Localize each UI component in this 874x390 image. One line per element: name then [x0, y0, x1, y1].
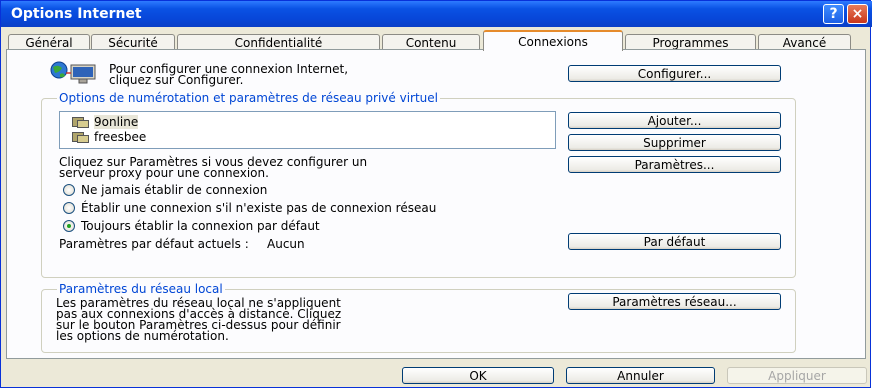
close-button[interactable]: ×	[847, 4, 868, 24]
lan-settings-button[interactable]: Paramètres réseau...	[568, 293, 781, 310]
list-item[interactable]: freesbee	[72, 129, 147, 144]
window-title: Options Internet	[11, 6, 142, 22]
connections-list[interactable]: 9online freesbee	[59, 111, 556, 149]
tab-general[interactable]: Général	[8, 34, 90, 50]
connection-name: freesbee	[94, 129, 147, 144]
tab-strip: Général Sécurité Confidentialité Contenu…	[1, 28, 872, 51]
tab-connexions[interactable]: Connexions	[483, 30, 623, 51]
tab-avance[interactable]: Avancé	[758, 34, 851, 50]
set-default-button[interactable]: Par défaut	[568, 233, 781, 250]
radio-dial-when-no-network-label[interactable]: Établir une connexion s'il n'existe pas …	[81, 202, 436, 214]
settings-description-line2: serveur proxy pour une connexion.	[59, 166, 269, 180]
lan-settings-group-label: Paramètres du réseau local	[57, 282, 225, 296]
internet-connection-icon	[50, 61, 96, 84]
screen: Options Internet ? × Général Sécurité Co…	[0, 0, 874, 390]
tab-contenu[interactable]: Contenu	[382, 34, 480, 50]
radio-always-dial-default-label[interactable]: Toujours établir la connexion par défaut	[81, 220, 320, 232]
radio-dial-when-no-network[interactable]	[63, 202, 75, 214]
cancel-button[interactable]: Annuler	[566, 367, 715, 384]
configure-button[interactable]: Configurer...	[568, 65, 781, 82]
connection-name: 9online	[94, 114, 139, 129]
ok-button[interactable]: OK	[402, 367, 554, 384]
tab-securite[interactable]: Sécurité	[91, 34, 175, 50]
help-icon: ?	[829, 6, 838, 22]
dialup-connection-icon	[72, 131, 90, 143]
add-button[interactable]: Ajouter...	[568, 112, 781, 129]
dialog-window: Options Internet ? × Général Sécurité Co…	[0, 0, 872, 388]
tab-programmes[interactable]: Programmes	[625, 34, 756, 50]
help-button[interactable]: ?	[823, 4, 844, 24]
apply-button[interactable]: Appliquer	[727, 367, 867, 384]
dialup-vpn-group-label: Options de numérotation et paramètres de…	[57, 91, 440, 105]
radio-never-dial-label[interactable]: Ne jamais établir de connexion	[81, 184, 267, 196]
close-icon: ×	[851, 6, 864, 22]
setup-description-line2: cliquez sur Configurer.	[109, 73, 244, 87]
remove-button[interactable]: Supprimer	[568, 134, 781, 151]
radio-always-dial-default[interactable]	[63, 220, 75, 232]
current-default-label: Paramètres par défaut actuels :	[59, 237, 249, 251]
lan-description-line4: les options de numérotation.	[56, 329, 229, 343]
radio-never-dial[interactable]	[63, 184, 75, 196]
list-item[interactable]: 9online	[72, 114, 139, 129]
dialup-connection-icon	[72, 116, 90, 128]
current-default-value: Aucun	[267, 237, 305, 251]
title-bar[interactable]: Options Internet ? ×	[1, 1, 872, 27]
tab-confidentialite[interactable]: Confidentialité	[177, 34, 380, 50]
settings-button[interactable]: Paramètres...	[568, 156, 781, 173]
